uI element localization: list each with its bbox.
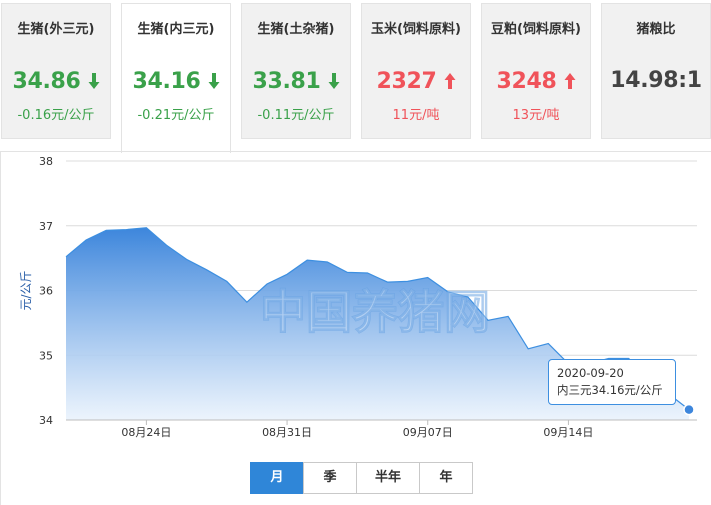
- highlighted-point: [683, 403, 695, 416]
- chart-tooltip: 2020-09-20 内三元34.16元/公斤: [548, 359, 676, 405]
- x-tick-label: 08月31日: [262, 426, 312, 439]
- y-tick-label: 35: [39, 349, 53, 362]
- x-tick-label: 09月14日: [543, 426, 593, 439]
- y-axis-label: 元/公斤: [19, 270, 33, 310]
- range-tab-year[interactable]: 年: [419, 462, 473, 494]
- range-tabs: 月 季 半年 年: [250, 462, 473, 494]
- y-tick-label: 34: [39, 414, 53, 427]
- price-area-chart: 中国养猪网 34 35 36 37 38 元/公斤 08月24日 08月31日 09月07日 09…: [19, 155, 697, 439]
- tooltip-date: 2020-09-20: [557, 366, 624, 380]
- y-tick-label: 36: [39, 285, 53, 298]
- range-tab-half-year[interactable]: 半年: [356, 462, 420, 494]
- y-tick-label: 38: [39, 155, 53, 168]
- watermark-logo: 中国养猪网: [260, 285, 490, 339]
- y-tick-label: 37: [39, 220, 53, 233]
- range-tab-month[interactable]: 月: [250, 462, 304, 494]
- x-tick-label: 09月07日: [403, 426, 453, 439]
- range-tab-quarter[interactable]: 季: [303, 462, 357, 494]
- tooltip-value: 内三元34.16元/公斤: [557, 383, 663, 397]
- x-tick-label: 08月24日: [121, 426, 171, 439]
